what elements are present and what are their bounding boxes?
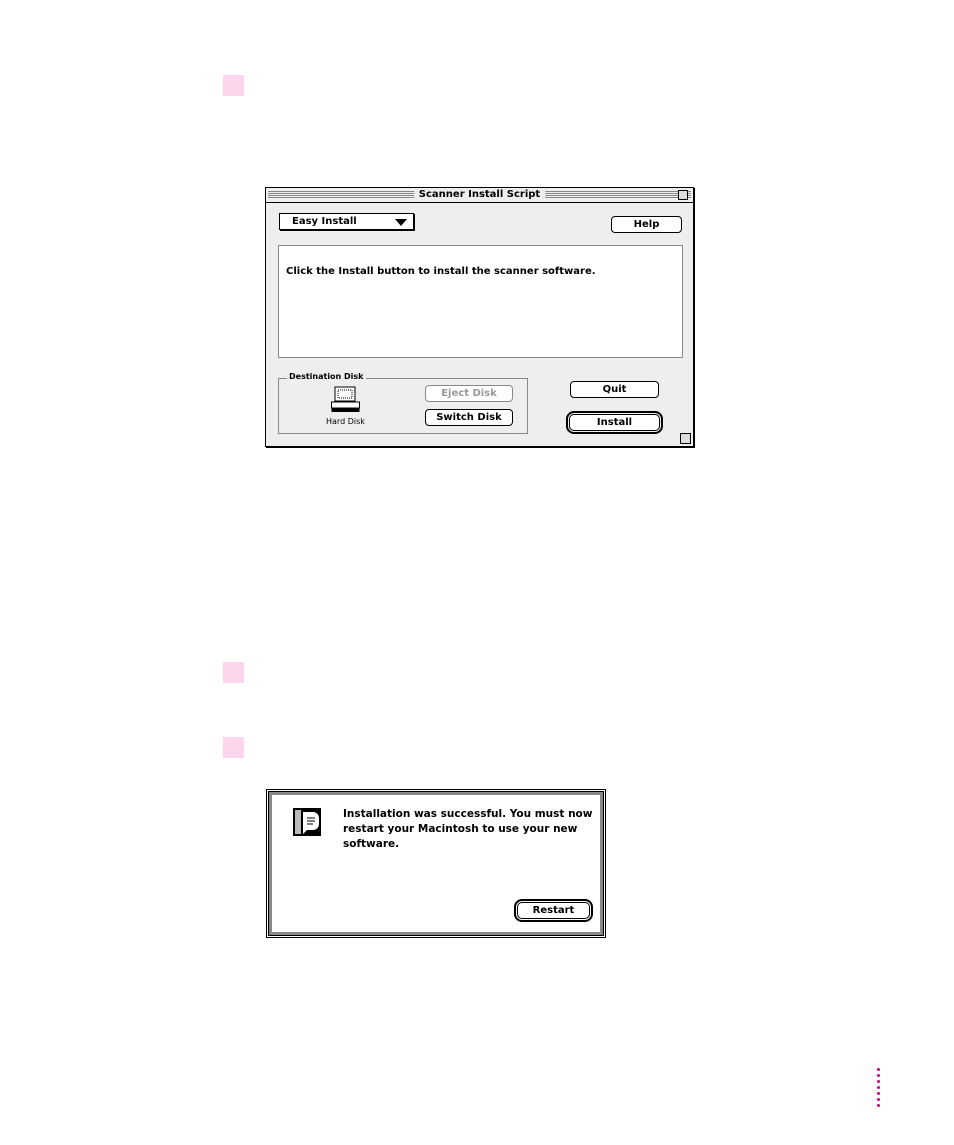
message-text: Click the Install button to install the … (286, 266, 596, 277)
switch-disk-button[interactable]: Switch Disk (425, 409, 513, 426)
alert-message: Installation was successful. You must no… (343, 808, 593, 850)
resize-handle-icon[interactable] (680, 433, 691, 444)
window-title: Scanner Install Script (413, 189, 546, 201)
step-marker (223, 75, 244, 96)
hard-disk-icon (331, 386, 360, 412)
triangle-down-icon (395, 219, 407, 226)
install-mode-popup[interactable]: Easy Install (279, 213, 414, 230)
title-bar[interactable]: Scanner Install Script (266, 188, 693, 203)
help-button[interactable]: Help (611, 216, 682, 233)
install-mode-value: Easy Install (292, 216, 357, 227)
destination-disk-group: Destination Disk Hard Disk Eject Disk Sw… (278, 372, 528, 434)
step-marker (223, 737, 244, 758)
message-area: Click the Install button to install the … (278, 245, 683, 358)
install-button[interactable]: Install (566, 411, 663, 434)
page-dots (877, 1068, 880, 1110)
restart-alert: Installation was successful. You must no… (266, 789, 606, 938)
zoom-box-icon[interactable] (678, 190, 688, 200)
alert-note-icon (293, 808, 321, 836)
destination-label: Destination Disk (287, 372, 366, 381)
step-marker (223, 662, 244, 683)
quit-button[interactable]: Quit (570, 381, 659, 398)
disk-name: Hard Disk (326, 417, 365, 426)
eject-disk-button[interactable]: Eject Disk (425, 385, 513, 402)
installer-window: Scanner Install Script Easy Install Help… (265, 187, 694, 447)
restart-button[interactable]: Restart (514, 899, 593, 922)
